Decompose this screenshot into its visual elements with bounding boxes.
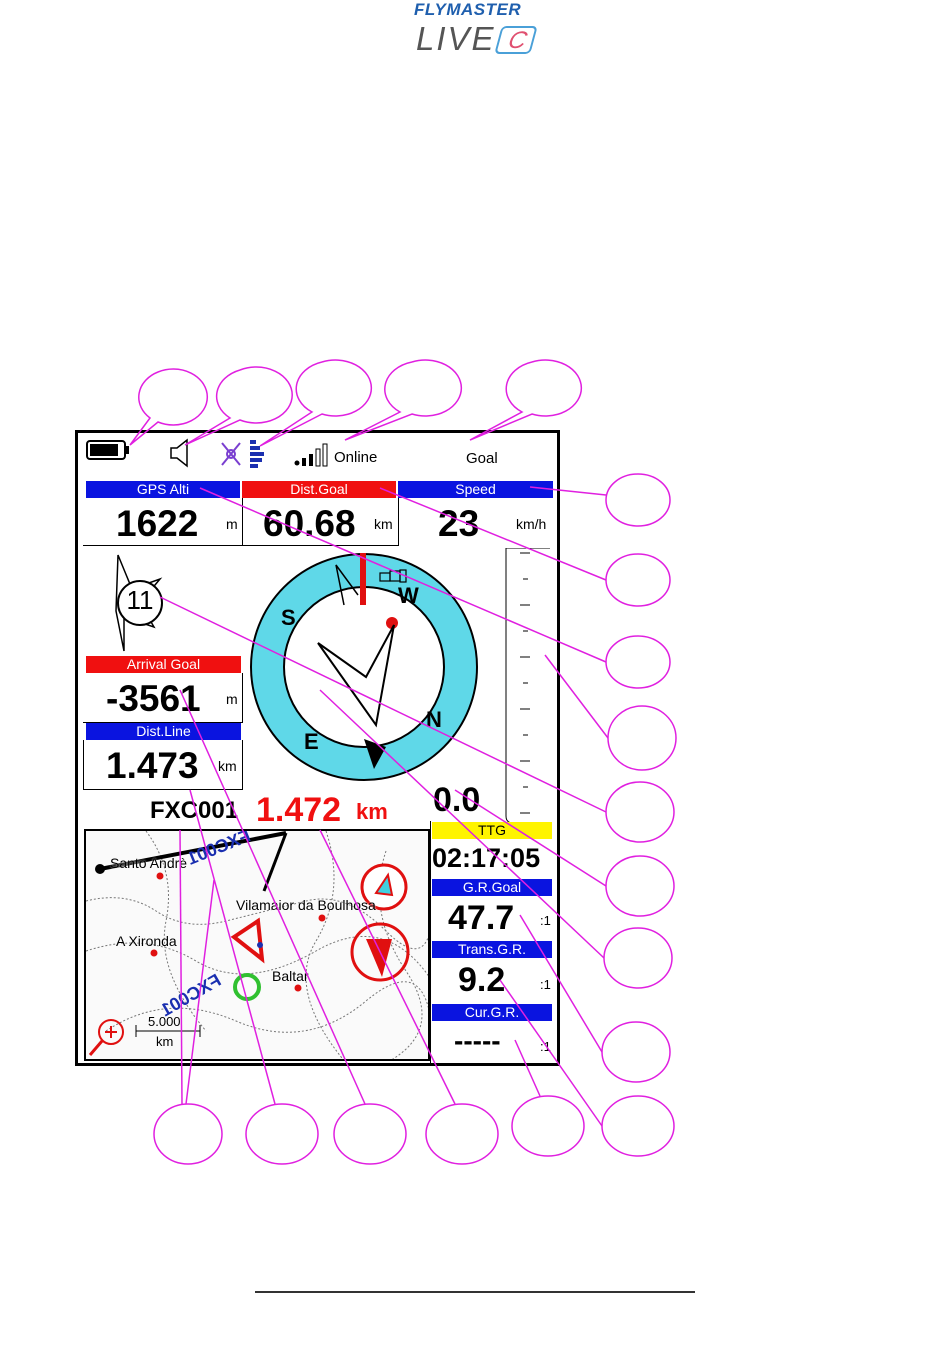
callout-network	[344, 359, 463, 441]
gps-alti-unit: m	[226, 516, 238, 532]
trans-gr-unit: :1	[540, 977, 551, 992]
dist-line-unit: km	[218, 758, 237, 774]
map-scale-value: 5.000	[148, 1014, 181, 1029]
compass-label-n: N	[426, 707, 442, 732]
compass-label-w: W	[398, 583, 419, 608]
gps-alti-label: GPS Alti	[86, 481, 240, 498]
cur-gr-unit: :1	[540, 1039, 551, 1054]
map-view[interactable]: Santo Andrè Vilamaior da Boulhosa A Xiro…	[84, 829, 430, 1061]
signal-strength-icon	[293, 443, 333, 467]
callout-r3	[605, 635, 671, 689]
trans-gr-value: 9.2	[458, 961, 506, 999]
vario-scale	[498, 547, 554, 824]
map-place-3: A Xironda	[116, 933, 177, 949]
callout-r1	[605, 473, 671, 527]
cur-gr-label: Cur.G.R.	[432, 1004, 552, 1021]
speaker-icon	[168, 438, 194, 468]
gps-satellite-icon	[216, 437, 276, 471]
compass-label-s: S	[281, 605, 296, 630]
speed-label: Speed	[398, 481, 553, 498]
callout-b4	[425, 1103, 499, 1165]
speed-unit: km/h	[516, 516, 547, 532]
gps-alti-value: 1622	[116, 503, 199, 544]
map-place-2: Vilamaior da Boulhosa	[236, 897, 376, 913]
dist-goal-value: 60.68	[263, 503, 356, 544]
arrival-goal-label: Arrival Goal	[86, 656, 241, 673]
callout-r4	[607, 705, 677, 771]
map-scale-unit: km	[156, 1034, 174, 1049]
footer-divider	[255, 1291, 695, 1293]
callout-b5	[511, 1095, 585, 1157]
waypoint-distance-unit: km	[356, 799, 388, 824]
right-column-divider	[430, 821, 431, 1063]
dist-goal-unit: km	[374, 516, 393, 532]
gr-goal-unit: :1	[540, 913, 551, 928]
battery-icon	[86, 439, 130, 461]
zoom-icon[interactable]	[90, 1017, 126, 1057]
waypoint-distance: 1.472	[256, 791, 342, 829]
callout-b2	[245, 1103, 319, 1165]
dist-line-label: Dist.Line	[86, 723, 241, 740]
callout-b1	[153, 1103, 223, 1165]
brand-logo: FLYMASTER LIVE C	[412, 0, 542, 62]
device-screen: Online Goal GPS Alti 1622 m Dist.Goal 60…	[75, 430, 560, 1066]
speed-value: 23	[438, 503, 480, 544]
dist-line-value: 1.473	[106, 745, 199, 786]
callout-r6	[605, 855, 675, 917]
callout-r7	[603, 927, 673, 989]
map-place-1: Santo Andrè	[110, 855, 188, 871]
waypoint-name: FXC001	[150, 797, 239, 824]
callout-r9	[601, 1095, 675, 1157]
arrival-goal-unit: m	[226, 691, 238, 707]
callout-r8	[601, 1021, 671, 1083]
brand-model: LIVE	[416, 20, 496, 57]
callout-b3	[333, 1103, 407, 1165]
network-status: Online	[334, 449, 378, 466]
page-name: Goal	[466, 450, 498, 467]
brand-name: FLYMASTER	[414, 0, 522, 19]
callout-r2	[605, 553, 671, 607]
vario-value: 0.0	[433, 781, 481, 819]
wind-speed: 11	[126, 585, 154, 615]
map-place-4: Baltar	[272, 968, 309, 984]
callout-r5	[605, 781, 675, 843]
dist-goal-label: Dist.Goal	[242, 481, 396, 498]
ttg-value: 02:17:05	[432, 843, 541, 873]
compass-label-e: E	[304, 729, 319, 754]
arrival-goal-value: -3561	[106, 678, 201, 719]
trans-gr-label: Trans.G.R.	[432, 941, 552, 958]
compass	[248, 551, 480, 783]
ttg-label: TTG	[432, 822, 552, 839]
gr-goal-value: 47.7	[448, 899, 515, 937]
brand-model-suffix: C	[505, 27, 530, 54]
brand-model-suffix-frame: C	[494, 26, 538, 54]
callout-page	[469, 359, 583, 441]
cur-gr-value: -----	[454, 1025, 501, 1056]
gr-goal-label: G.R.Goal	[432, 879, 552, 896]
